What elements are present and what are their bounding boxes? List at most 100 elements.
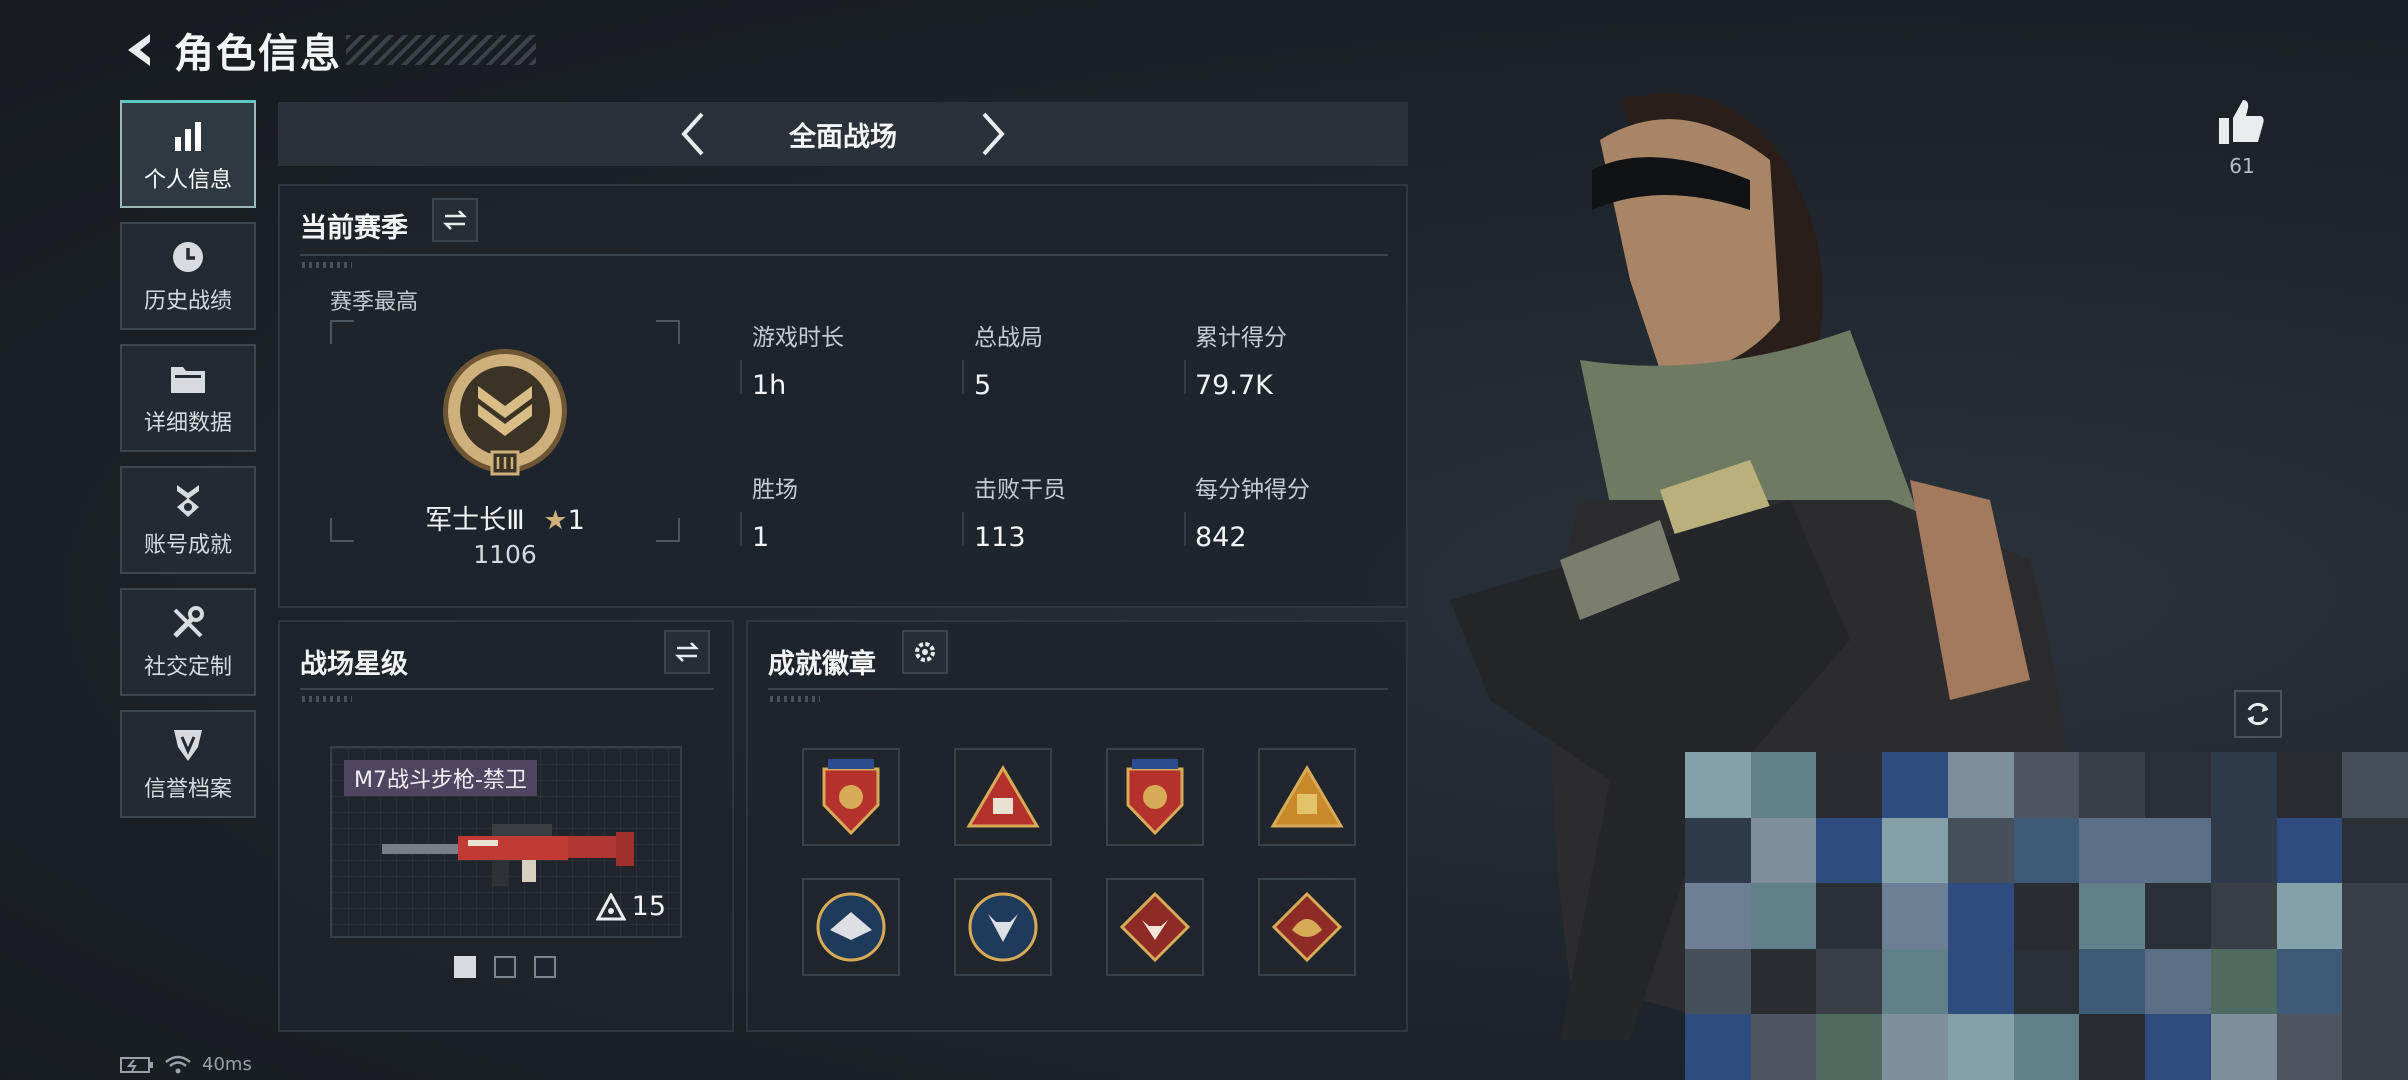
stat-total-matches: 总战局 5 [974, 318, 1043, 401]
mosaic-cell [1882, 1014, 1948, 1080]
achievement-settings-button[interactable] [902, 630, 948, 674]
mosaic-cell [1947, 1014, 2014, 1080]
stat-kills: 击败干员 113 [974, 470, 1066, 553]
like-count: 61 [2229, 154, 2255, 178]
mosaic-cell [1882, 883, 1948, 949]
mosaic-cell [1816, 948, 1883, 1015]
stat-value: 1 [752, 522, 770, 553]
achievement-badge[interactable] [1106, 878, 1204, 976]
rifle-image [382, 824, 634, 886]
bar-chart-icon [171, 116, 205, 156]
season-switch-button[interactable] [432, 198, 478, 242]
page-indicator-2[interactable] [494, 956, 516, 978]
season-best-label: 赛季最高 [330, 290, 419, 315]
achievement-badge[interactable] [1106, 748, 1204, 846]
back-arrow-icon [128, 34, 150, 66]
rank-name: 军士长Ⅲ [425, 505, 525, 536]
mosaic-cell [2013, 817, 2080, 884]
sidebar-item-achievements[interactable]: 账号成就 [120, 466, 256, 574]
swap-icon [674, 642, 700, 662]
header: 角色信息 [120, 22, 536, 78]
divider [740, 360, 742, 394]
prev-mode-button[interactable] [668, 109, 718, 159]
achievements-title: 成就徽章 [768, 649, 876, 680]
star-icon: ★ [543, 505, 568, 536]
mosaic-cell [2145, 883, 2211, 949]
mosaic-cell [2210, 883, 2277, 949]
mosaic-cell [2079, 752, 2146, 818]
like-button[interactable]: 61 [2212, 98, 2272, 178]
page-indicator-1[interactable] [454, 956, 476, 978]
mosaic-cell [2145, 1014, 2211, 1080]
mosaic-cell [2145, 752, 2211, 818]
dash-decoration [770, 696, 820, 702]
thumbs-up-icon [2219, 100, 2264, 144]
sidebar-item-credit[interactable]: 信誉档案 [120, 710, 256, 818]
mode-title: 全面战场 [789, 121, 897, 153]
divider [300, 688, 714, 690]
stat-label: 每分钟得分 [1195, 477, 1310, 503]
stat-value: 5 [974, 370, 992, 401]
divider [300, 254, 1388, 256]
mosaic-cell [1947, 883, 2014, 949]
mosaic-cell [2079, 817, 2146, 884]
chevron-right-icon [982, 112, 1005, 156]
sidebar-item-label: 信誉档案 [143, 777, 232, 802]
achievement-badge[interactable] [802, 878, 900, 976]
mosaic-cell [1750, 1014, 1817, 1080]
page-indicator-3[interactable] [534, 956, 556, 978]
mosaic-cell [2342, 948, 2408, 1015]
shield-badge-icon [822, 759, 880, 836]
achievement-badge[interactable] [954, 878, 1052, 976]
sidebar: 个人信息 历史战绩 详细数据 账号成就 社交定制 信誉档案 [120, 100, 260, 832]
achievement-badge[interactable] [954, 748, 1052, 846]
weapon-card[interactable]: M7战斗步枪-禁卫 15 [330, 746, 682, 938]
divider [740, 512, 742, 546]
medal-icon [171, 481, 205, 521]
stat-wins: 胜场 1 [752, 470, 798, 553]
sidebar-item-history[interactable]: 历史战绩 [120, 222, 256, 330]
mosaic-cell [2276, 883, 2343, 949]
mosaic-cell [2013, 752, 2080, 818]
sidebar-item-label: 详细数据 [143, 411, 232, 436]
rank-line: 军士长Ⅲ ★1 [330, 498, 680, 537]
refresh-icon [2247, 702, 2269, 726]
achievement-badge[interactable] [802, 748, 900, 846]
star-level-switch-button[interactable] [664, 630, 710, 674]
divider [1184, 360, 1186, 394]
gear-icon [915, 642, 935, 662]
mosaic-cell [2079, 948, 2146, 1015]
next-mode-button[interactable] [968, 109, 1018, 159]
mosaic-cell [2342, 1014, 2408, 1080]
eagle-badge-icon [816, 892, 886, 962]
ping-value: 40ms [202, 1054, 252, 1075]
rotate-model-button[interactable] [2234, 690, 2282, 738]
wifi-icon [165, 1055, 191, 1073]
chevron-left-icon [681, 112, 704, 156]
mosaic-cell [1685, 817, 1751, 884]
stat-value: 1h [752, 370, 787, 401]
mosaic-cell [2079, 1014, 2146, 1080]
mosaic-cell [2276, 1014, 2343, 1080]
rank-stars: 1 [567, 505, 585, 536]
mode-selector: 全面战场 [278, 102, 1408, 166]
mosaic-cell [1750, 948, 1817, 1015]
sidebar-item-detailed-data[interactable]: 详细数据 [120, 344, 256, 452]
back-button[interactable] [120, 28, 164, 72]
mosaic-cell [2210, 948, 2277, 1015]
swap-icon [442, 210, 468, 230]
stat-value: 842 [1195, 522, 1247, 553]
mosaic-cell [2210, 817, 2277, 884]
stat-score-per-minute: 每分钟得分 842 [1195, 470, 1310, 553]
sidebar-item-personal-info[interactable]: 个人信息 [120, 100, 256, 208]
stat-label: 游戏时长 [752, 325, 844, 351]
mosaic-cell [2210, 752, 2277, 818]
stat-play-time: 游戏时长 1h [752, 318, 844, 401]
divider [768, 688, 1388, 690]
sidebar-item-social[interactable]: 社交定制 [120, 588, 256, 696]
mosaic-cell [1816, 752, 1883, 818]
dash-decoration [302, 696, 352, 702]
mosaic-cell [1685, 752, 1751, 818]
mosaic-cell [2210, 1014, 2277, 1080]
shield-badge-icon [1126, 759, 1184, 836]
